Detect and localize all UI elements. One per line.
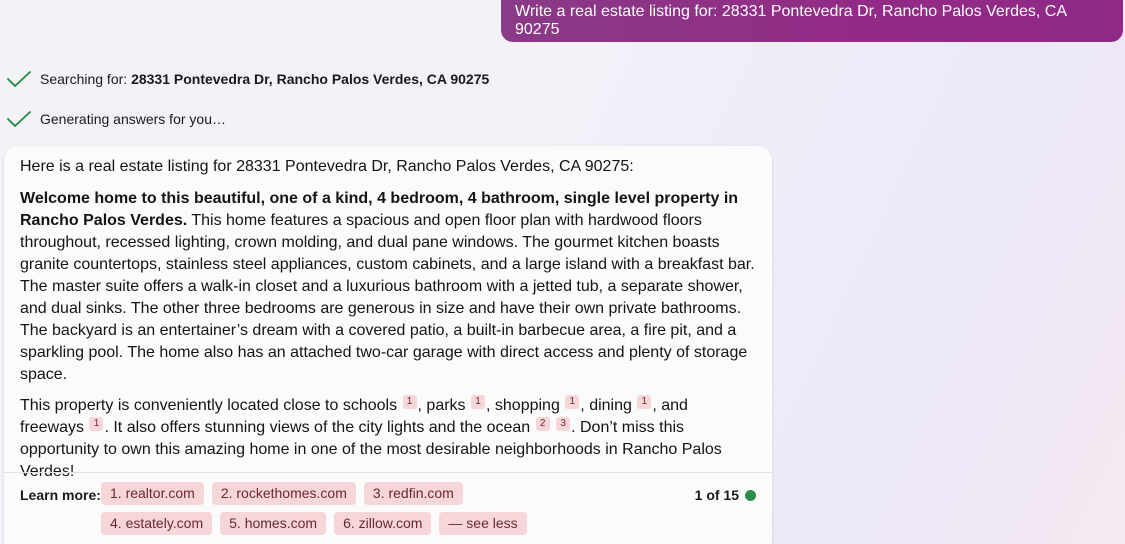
page-count: 1 of 15 [694,487,739,503]
citation-marker[interactable]: 1 [89,417,104,431]
generating-label: Generating answers for you… [40,111,226,127]
listing-paragraph: Welcome home to this beautiful, one of a… [20,188,756,386]
learn-more-label: Learn more: [20,487,101,503]
location-text: This property is conveniently located cl… [20,397,398,414]
answer-footer: Learn more: 1. realtor.com 2. rockethome… [4,472,772,544]
citation-marker[interactable]: 1 [637,395,652,409]
source-link-realtor[interactable]: 1. realtor.com [101,482,204,505]
source-link-redfin[interactable]: 3. redfin.com [363,482,463,505]
answer-body: Here is a real estate listing for 28331 … [4,146,772,483]
location-text: , parks [417,397,466,414]
learn-more-row: Learn more: 1. realtor.com 2. rockethome… [20,482,756,535]
location-paragraph: This property is conveniently located cl… [20,395,756,483]
answer-intro: Here is a real estate listing for 28331 … [20,158,634,175]
citation-marker[interactable]: 3 [556,417,571,431]
searching-query: 28331 Pontevedra Dr, Rancho Palos Verdes… [131,71,490,87]
source-link-rockethomes[interactable]: 2. rockethomes.com [211,482,356,505]
citation-marker[interactable]: 2 [535,417,550,431]
citation-marker[interactable]: 1 [471,395,485,409]
see-less-button[interactable]: — see less [439,512,527,535]
source-link-estately[interactable]: 4. estately.com [101,512,213,535]
source-links: 1. realtor.com 2. rockethomes.com 3. red… [101,482,581,535]
status-dot-icon [745,489,756,501]
location-text: . It also offers stunning views of the c… [104,419,531,436]
checkmark-icon [7,111,31,127]
location-text: , shopping [486,397,560,414]
searching-status: Searching for: 28331 Pontevedra Dr, Ranc… [6,69,489,89]
searching-label: Searching for: [40,71,128,87]
checkmark-icon [7,71,31,87]
citation-marker[interactable]: 1 [565,395,580,409]
listing-description: This home features a spacious and open f… [20,212,755,383]
answer-card: Here is a real estate listing for 28331 … [4,146,772,544]
location-text: , dining [580,397,632,414]
citation-marker[interactable]: 1 [402,395,417,409]
source-link-homes[interactable]: 5. homes.com [220,512,327,535]
user-message-bubble: Write a real estate listing for: 28331 P… [501,0,1123,42]
generating-status: Generating answers for you… [6,109,226,129]
response-page-indicator: 1 of 15 [695,487,756,503]
user-message-text: Write a real estate listing for: 28331 P… [515,3,1067,38]
source-link-zillow[interactable]: 6. zillow.com [334,512,432,535]
